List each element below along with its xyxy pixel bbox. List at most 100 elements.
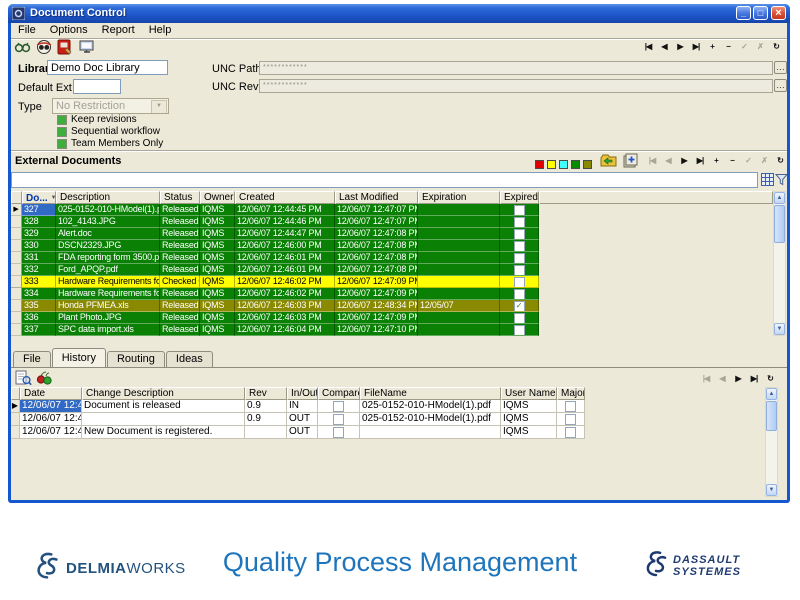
legend-color-1[interactable] xyxy=(547,160,556,169)
unc-path-field[interactable]: ************ xyxy=(259,61,773,75)
nav-refresh-button[interactable]: ↻ xyxy=(769,40,783,53)
nav-insert-button[interactable]: + xyxy=(709,154,723,167)
table-row[interactable]: 334Hardware Requirements for LargRelease… xyxy=(11,288,539,300)
column-header-lastmodified[interactable]: Last Modified xyxy=(335,191,418,204)
scroll-up-icon[interactable]: ▲ xyxy=(774,192,785,204)
table-row[interactable]: 336Plant Photo.JPGReleasedIQMS12/06/07 1… xyxy=(11,312,539,324)
table-row[interactable]: 332Ford_APQP.pdfReleasedIQMS12/06/07 12:… xyxy=(11,264,539,276)
type-dropdown[interactable]: No Restriction ▼ xyxy=(52,98,169,114)
nav-first-button[interactable]: |◀ xyxy=(641,40,655,53)
table-row[interactable]: 337SPC data import.xlsReleasedIQMS12/06/… xyxy=(11,324,539,336)
legend-color-0[interactable] xyxy=(535,160,544,169)
nav-delete-button[interactable]: − xyxy=(721,40,735,53)
column-header-do[interactable]: Do...▼ xyxy=(22,191,56,204)
compare-checkbox[interactable] xyxy=(333,414,344,425)
column-header-filename[interactable]: FileName xyxy=(360,387,501,400)
column-header-major[interactable]: Major xyxy=(557,387,585,400)
expired-checkbox[interactable] xyxy=(514,277,525,288)
expired-checkbox[interactable]: ✓ xyxy=(514,301,525,312)
column-header-compare[interactable]: Compare xyxy=(318,387,360,400)
close-button[interactable]: × xyxy=(771,6,786,20)
expired-checkbox[interactable] xyxy=(514,325,525,336)
expired-checkbox[interactable] xyxy=(514,265,525,276)
expired-checkbox[interactable] xyxy=(514,205,525,216)
table-row[interactable]: ▶12/06/07 12:47...Document is released0.… xyxy=(11,400,585,413)
history-scrollbar[interactable]: ▲ ▼ xyxy=(765,387,778,497)
table-row[interactable]: 329Alert.docReleasedIQMS12/06/07 12:44:4… xyxy=(11,228,539,240)
legend-color-2[interactable] xyxy=(559,160,568,169)
column-header-created[interactable]: Created xyxy=(235,191,335,204)
scroll-down-icon[interactable]: ▼ xyxy=(766,484,777,496)
column-header-date[interactable]: Date xyxy=(20,387,82,400)
unc-rev-path-browse-button[interactable]: … xyxy=(774,79,787,92)
nav-next-button[interactable]: ▶ xyxy=(731,372,745,385)
column-header-status[interactable]: Status xyxy=(160,191,200,204)
unc-rev-path-field[interactable]: ************ xyxy=(259,79,773,93)
column-header-rev[interactable]: Rev xyxy=(245,387,287,400)
tab-routing[interactable]: Routing xyxy=(107,351,165,367)
nav-next-button[interactable]: ▶ xyxy=(677,154,691,167)
table-row[interactable]: 12/06/07 12:44...New Document is registe… xyxy=(11,426,585,439)
maximize-button[interactable]: □ xyxy=(753,6,768,20)
tab-ideas[interactable]: Ideas xyxy=(166,351,213,367)
major-checkbox[interactable] xyxy=(565,427,576,438)
menu-file[interactable]: File xyxy=(11,23,43,37)
expired-checkbox[interactable] xyxy=(514,217,525,228)
expired-checkbox[interactable] xyxy=(514,289,525,300)
legend-color-3[interactable] xyxy=(571,160,580,169)
major-checkbox[interactable] xyxy=(565,414,576,425)
table-row[interactable]: 328102_4143.JPGReleasedIQMS12/06/07 12:4… xyxy=(11,216,539,228)
table-row[interactable]: ▶327025-0152-010-HModel(1).pdfReleasedIQ… xyxy=(11,204,539,216)
compare-checkbox[interactable] xyxy=(333,427,344,438)
column-header-expiration[interactable]: Expiration xyxy=(418,191,500,204)
checkbox[interactable] xyxy=(57,115,67,125)
nav-last-button[interactable]: ▶| xyxy=(747,372,761,385)
nav-delete-button[interactable]: − xyxy=(725,154,739,167)
expired-checkbox[interactable] xyxy=(514,253,525,264)
add-document-icon[interactable] xyxy=(622,152,639,174)
table-row[interactable]: 335Honda PFMEA.xlsReleasedIQMS12/06/07 1… xyxy=(11,300,539,312)
expired-checkbox[interactable] xyxy=(514,313,525,324)
table-row[interactable]: 331FDA reporting form 3500.pdfReleasedIQ… xyxy=(11,252,539,264)
library-input[interactable] xyxy=(47,60,168,75)
column-header-inout[interactable]: In/Out xyxy=(287,387,318,400)
report-icon[interactable] xyxy=(56,39,74,55)
column-header-description[interactable]: Description xyxy=(56,191,160,204)
minimize-button[interactable]: _ xyxy=(736,6,751,20)
nav-refresh-button[interactable]: ↻ xyxy=(773,154,787,167)
major-checkbox[interactable] xyxy=(565,401,576,412)
find-icon[interactable] xyxy=(14,39,32,55)
scroll-thumb[interactable] xyxy=(766,401,777,431)
checkbox[interactable] xyxy=(57,139,67,149)
table-row[interactable]: 333Hardware Requirements for EnteChecked… xyxy=(11,276,539,288)
nav-last-button[interactable]: ▶| xyxy=(693,154,707,167)
default-ext-input[interactable] xyxy=(73,79,121,94)
unc-path-browse-button[interactable]: … xyxy=(774,61,787,74)
tab-history[interactable]: History xyxy=(52,348,106,367)
scroll-up-icon[interactable]: ▲ xyxy=(766,388,777,400)
expired-checkbox[interactable] xyxy=(514,229,525,240)
nav-prior-button[interactable]: ◀ xyxy=(657,40,671,53)
nav-insert-button[interactable]: + xyxy=(705,40,719,53)
expired-checkbox[interactable] xyxy=(514,241,525,252)
scroll-down-icon[interactable]: ▼ xyxy=(774,323,785,335)
table-row[interactable]: 330DSCN2329.JPGReleasedIQMS12/06/07 12:4… xyxy=(11,240,539,252)
menu-report[interactable]: Report xyxy=(95,23,142,37)
column-header-username[interactable]: User Name xyxy=(501,387,557,400)
column-header-changedescription[interactable]: Change Description xyxy=(82,387,245,400)
checkbox[interactable] xyxy=(57,127,67,137)
filter-funnel-icon[interactable] xyxy=(775,173,787,191)
nav-next-button[interactable]: ▶ xyxy=(673,40,687,53)
table-row[interactable]: 12/06/07 12:44...0.9OUT025-0152-010-HMod… xyxy=(11,413,585,426)
checkout-folder-icon[interactable] xyxy=(599,152,618,174)
tab-file[interactable]: File xyxy=(13,351,51,367)
nav-refresh-button[interactable]: ↻ xyxy=(763,372,777,385)
grid-view-icon[interactable] xyxy=(761,173,774,191)
column-header-owner[interactable]: Owner xyxy=(200,191,235,204)
column-header-expired[interactable]: Expired xyxy=(500,191,539,204)
nav-last-button[interactable]: ▶| xyxy=(689,40,703,53)
legend-color-4[interactable] xyxy=(583,160,592,169)
menu-options[interactable]: Options xyxy=(43,23,95,37)
documents-scrollbar[interactable]: ▲ ▼ xyxy=(773,191,786,336)
title-bar[interactable]: Document Control _ □ × xyxy=(8,4,790,23)
